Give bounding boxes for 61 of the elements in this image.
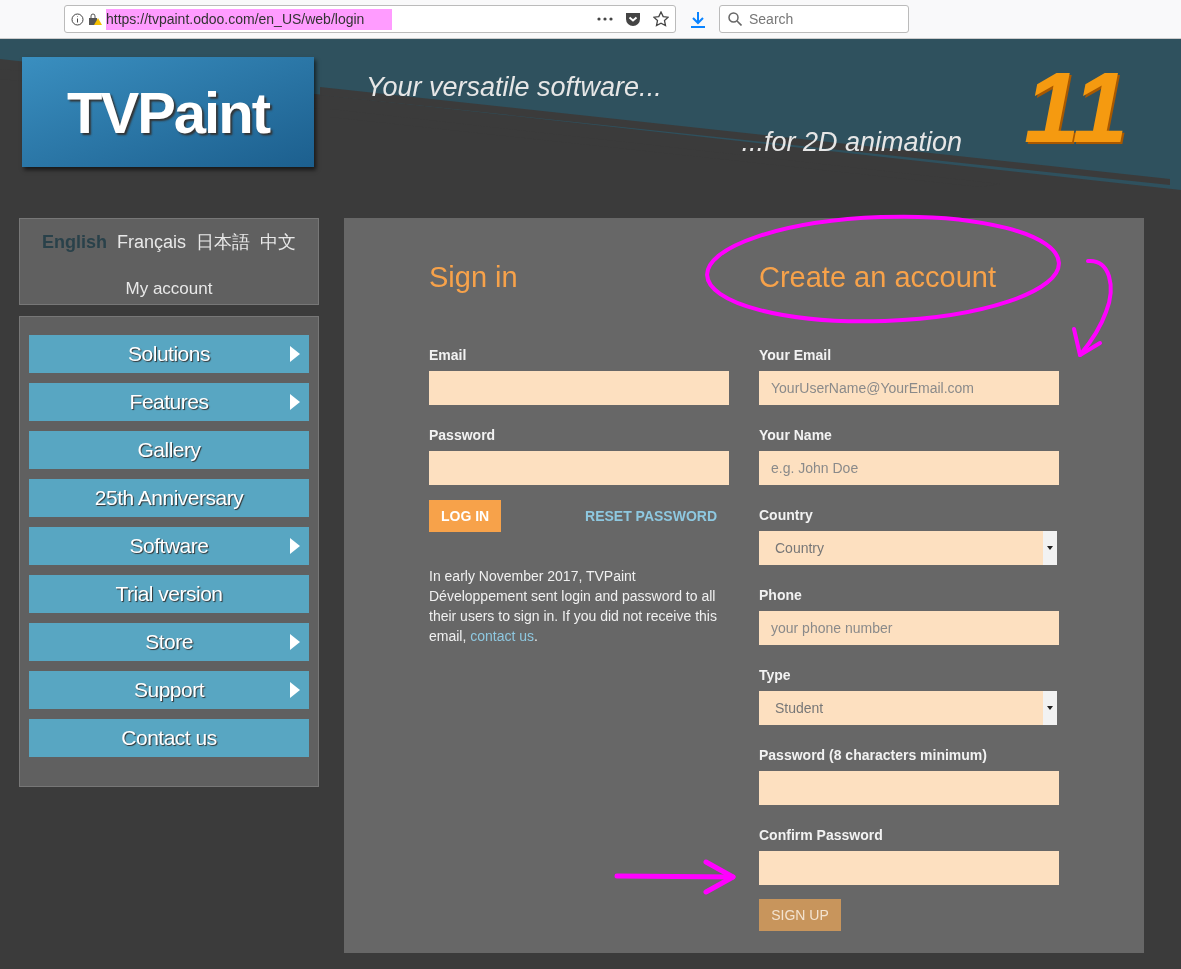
url-text: https://tvpaint.odoo.com/en_US/web/login [106,8,393,30]
menu-item[interactable]: Support [29,671,309,709]
submenu-arrow-icon [290,634,300,650]
menu-item[interactable]: Features [29,383,309,421]
search-icon [728,12,742,26]
submenu-arrow-icon [290,682,300,698]
language-link[interactable]: 中文 [260,229,296,256]
menu-item[interactable]: Trial version [29,575,309,613]
tagline: Your versatile software... [366,71,663,104]
input-field[interactable]: your phone number [759,611,1059,645]
version-number: 11 [1024,57,1128,157]
menu-item[interactable]: Software [29,527,309,565]
field-label: Phone [759,587,803,603]
section-title: Sign in [429,260,519,294]
sign-up-button[interactable]: SIGN UP [759,899,841,931]
field-label: Your Name [759,427,833,443]
login-button[interactable]: LOG IN [429,500,502,532]
submenu-arrow-icon [290,394,300,410]
tvpaint-logo[interactable]: TVPaint [22,57,314,167]
menu-item[interactable]: Solutions [29,335,309,373]
star-icon[interactable] [653,11,669,27]
field-label: Confirm Password [759,827,884,843]
select-field[interactable]: Country [759,531,1057,565]
language-link[interactable]: English [41,229,107,256]
field-label: Email [429,347,468,363]
pocket-icon[interactable] [625,11,641,27]
menu-item[interactable]: Gallery [29,431,309,469]
input-field[interactable] [759,851,1059,885]
field-label: Type [759,667,792,683]
input-field[interactable] [429,451,729,485]
input-field[interactable]: YourUserName@YourEmail.com [759,371,1059,405]
dropdown-caret-icon [1043,531,1057,565]
select-value: Student [774,698,824,718]
language-link[interactable]: 日本語 [196,229,250,256]
url-bar[interactable]: https://tvpaint.odoo.com/en_US/web/login [64,5,676,33]
lock-warning-icon[interactable] [88,12,102,26]
submenu-arrow-icon [290,346,300,362]
submenu-arrow-icon [290,538,300,554]
section-title: Create an account [759,260,997,294]
field-label: Password [429,427,497,443]
input-field[interactable] [759,771,1059,805]
info-icon[interactable] [71,12,84,26]
my-account-link[interactable]: My account [125,276,213,302]
language-link[interactable]: Français [117,229,186,256]
reset-password-link[interactable]: RESET PASSWORD [585,505,717,527]
menu-item[interactable]: Store [29,623,309,661]
input-field[interactable] [429,371,729,405]
input-field[interactable]: e.g. John Doe [759,451,1059,485]
field-label: Password (8 characters minimum) [759,747,988,763]
field-label: Your Email [759,347,833,363]
tagline: ...for 2D animation [741,125,962,159]
more-icon[interactable] [597,17,613,21]
download-icon[interactable] [690,10,706,28]
select-field[interactable]: Student [759,691,1057,725]
login-notice: In early November 2017, TVPaint Développement sent login and password to all their users to sign in. If you did not receive this email, contact us. [429,567,718,646]
select-value: Country [774,538,825,558]
field-label: Country [759,507,814,523]
search-field[interactable]: Search [719,5,909,33]
menu-item[interactable]: 25th Anniversary [29,479,309,517]
menu-item[interactable]: Contact us [29,719,309,757]
dropdown-caret-icon [1043,691,1057,725]
